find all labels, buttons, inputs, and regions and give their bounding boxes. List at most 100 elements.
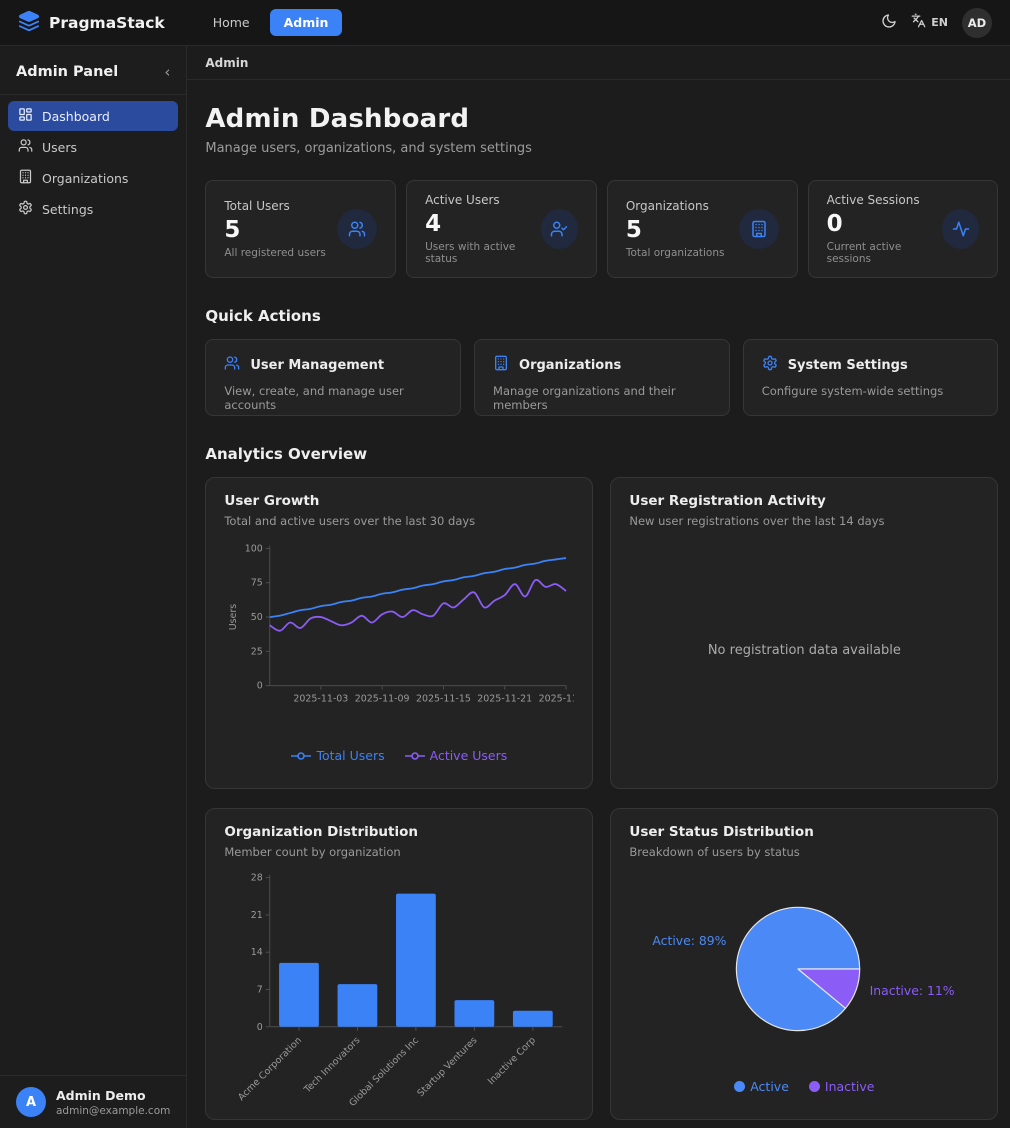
stat-desc: Total organizations — [626, 247, 725, 259]
gear-icon — [18, 200, 33, 218]
quick-action-desc: Manage organizations and their members — [493, 384, 711, 412]
legend-item[interactable]: Active Users — [405, 748, 508, 763]
user-check-icon — [541, 209, 578, 249]
stat-value: 0 — [827, 211, 942, 237]
brand[interactable]: PragmaStack — [18, 10, 165, 36]
languages-icon — [911, 13, 926, 32]
sidebar-item-organizations[interactable]: Organizations — [8, 163, 178, 193]
language-code: EN — [931, 16, 948, 29]
stat-card-active-users: Active Users 4 Users with active status — [406, 180, 597, 278]
stat-value: 5 — [224, 217, 325, 243]
stat-text: Total Users 5 All registered users — [224, 199, 325, 259]
sidebar-collapse-button[interactable]: ‹ — [164, 65, 170, 80]
building-icon — [493, 355, 509, 375]
sidebar-item-users[interactable]: Users — [8, 132, 178, 162]
sidebar-item-label: Settings — [42, 202, 93, 217]
sidebar-header: Admin Panel ‹ — [0, 46, 186, 95]
quick-action-user-management[interactable]: User Management View, create, and manage… — [205, 339, 461, 416]
svg-text:14: 14 — [251, 947, 263, 958]
svg-text:2025-11-15: 2025-11-15 — [416, 694, 471, 705]
page-title: Admin Dashboard — [205, 104, 998, 134]
stat-value: 5 — [626, 217, 725, 243]
svg-text:0: 0 — [257, 1022, 263, 1033]
language-selector[interactable]: EN — [911, 13, 948, 32]
quick-action-organizations[interactable]: Organizations Manage organizations and t… — [474, 339, 730, 416]
svg-text:28: 28 — [251, 873, 263, 884]
svg-text:Acme Corporation: Acme Corporation — [236, 1035, 304, 1103]
stat-label: Active Sessions — [827, 193, 942, 207]
sidebar-item-dashboard[interactable]: Dashboard — [8, 101, 178, 131]
stat-text: Organizations 5 Total organizations — [626, 199, 725, 259]
breadcrumb[interactable]: Admin — [205, 56, 248, 70]
stat-card-total-users: Total Users 5 All registered users — [205, 180, 396, 278]
navbar-right: EN AD — [881, 8, 992, 38]
sidebar-nav: Dashboard Users — [0, 95, 186, 1075]
gear-icon — [762, 355, 778, 375]
stat-value: 4 — [425, 211, 541, 237]
svg-text:21: 21 — [251, 910, 263, 921]
stat-desc: All registered users — [224, 247, 325, 259]
sidebar-title: Admin Panel — [16, 64, 118, 80]
stat-card-active-sessions: Active Sessions 0 Current active session… — [808, 180, 999, 278]
users-icon — [224, 355, 240, 375]
svg-text:100: 100 — [245, 543, 263, 554]
users-icon — [337, 209, 377, 249]
user-avatar[interactable]: AD — [962, 8, 992, 38]
building-icon — [18, 169, 33, 187]
moon-icon — [881, 13, 897, 33]
quick-action-desc: View, create, and manage user accounts — [224, 384, 442, 412]
chart-subtitle: Total and active users over the last 30 … — [224, 514, 574, 528]
svg-text:7: 7 — [257, 984, 263, 995]
quick-action-system-settings[interactable]: System Settings Configure system-wide se… — [743, 339, 999, 416]
user-growth-card: User Growth Total and active users over … — [205, 477, 593, 789]
page-subtitle: Manage users, organizations, and system … — [205, 141, 998, 156]
quick-action-title: Organizations — [519, 358, 621, 373]
stat-desc: Current active sessions — [827, 241, 942, 265]
breadcrumb-bar: Admin — [187, 46, 1010, 80]
analytics-heading: Analytics Overview — [205, 445, 998, 463]
nav-link-home[interactable]: Home — [203, 9, 260, 36]
chart-subtitle: Breakdown of users by status — [629, 845, 979, 859]
sidebar: Admin Panel ‹ Dashboard — [0, 46, 187, 1128]
quick-actions-heading: Quick Actions — [205, 307, 998, 325]
sidebar-user[interactable]: A Admin Demo admin@example.com — [0, 1075, 186, 1128]
sidebar-item-settings[interactable]: Settings — [8, 194, 178, 224]
stat-card-organizations: Organizations 5 Total organizations — [607, 180, 798, 278]
brand-name: PragmaStack — [49, 14, 165, 32]
svg-text:0: 0 — [257, 681, 263, 692]
dark-mode-toggle[interactable] — [881, 13, 897, 33]
sidebar-item-label: Organizations — [42, 171, 128, 186]
empty-state-message: No registration data available — [629, 528, 979, 773]
avatar: A — [16, 1087, 46, 1117]
svg-text:2025-11-09: 2025-11-09 — [355, 694, 410, 705]
legend-dot-icon — [809, 1081, 820, 1092]
stat-text: Active Users 4 Users with active status — [425, 193, 541, 265]
legend-item[interactable]: Total Users — [291, 748, 384, 763]
svg-text:Startup Ventures: Startup Ventures — [416, 1035, 480, 1099]
layers-logo-icon — [18, 10, 40, 36]
svg-text:2025-11-27: 2025-11-27 — [539, 694, 574, 705]
chart-title: User Registration Activity — [629, 493, 979, 509]
svg-text:2025-11-21: 2025-11-21 — [478, 694, 533, 705]
sidebar-user-info: Admin Demo admin@example.com — [56, 1088, 170, 1117]
svg-text:Tech Innovators: Tech Innovators — [302, 1035, 363, 1096]
svg-text:Users: Users — [228, 604, 239, 631]
nav-link-admin[interactable]: Admin — [270, 9, 343, 36]
sidebar-item-label: Dashboard — [42, 109, 110, 124]
building-icon — [739, 209, 779, 249]
charts-grid: User Growth Total and active users over … — [205, 477, 998, 1120]
line-chart: 02550751002025-11-032025-11-092025-11-15… — [224, 538, 574, 720]
user-email: admin@example.com — [56, 1105, 170, 1117]
legend-item[interactable]: Active — [734, 1079, 789, 1094]
quick-action-title: User Management — [250, 358, 384, 373]
legend-item[interactable]: Inactive — [809, 1079, 875, 1094]
chart-subtitle: New user registrations over the last 14 … — [629, 514, 979, 528]
chart-title: User Growth — [224, 493, 574, 509]
dashboard-icon — [18, 107, 33, 125]
chart-subtitle: Member count by organization — [224, 845, 574, 859]
svg-text:Active: 89%: Active: 89% — [653, 933, 727, 948]
org-distribution-card: Organization Distribution Member count b… — [205, 808, 593, 1120]
legend-marker-icon — [291, 751, 311, 761]
svg-text:25: 25 — [251, 646, 263, 657]
stat-label: Organizations — [626, 199, 725, 213]
